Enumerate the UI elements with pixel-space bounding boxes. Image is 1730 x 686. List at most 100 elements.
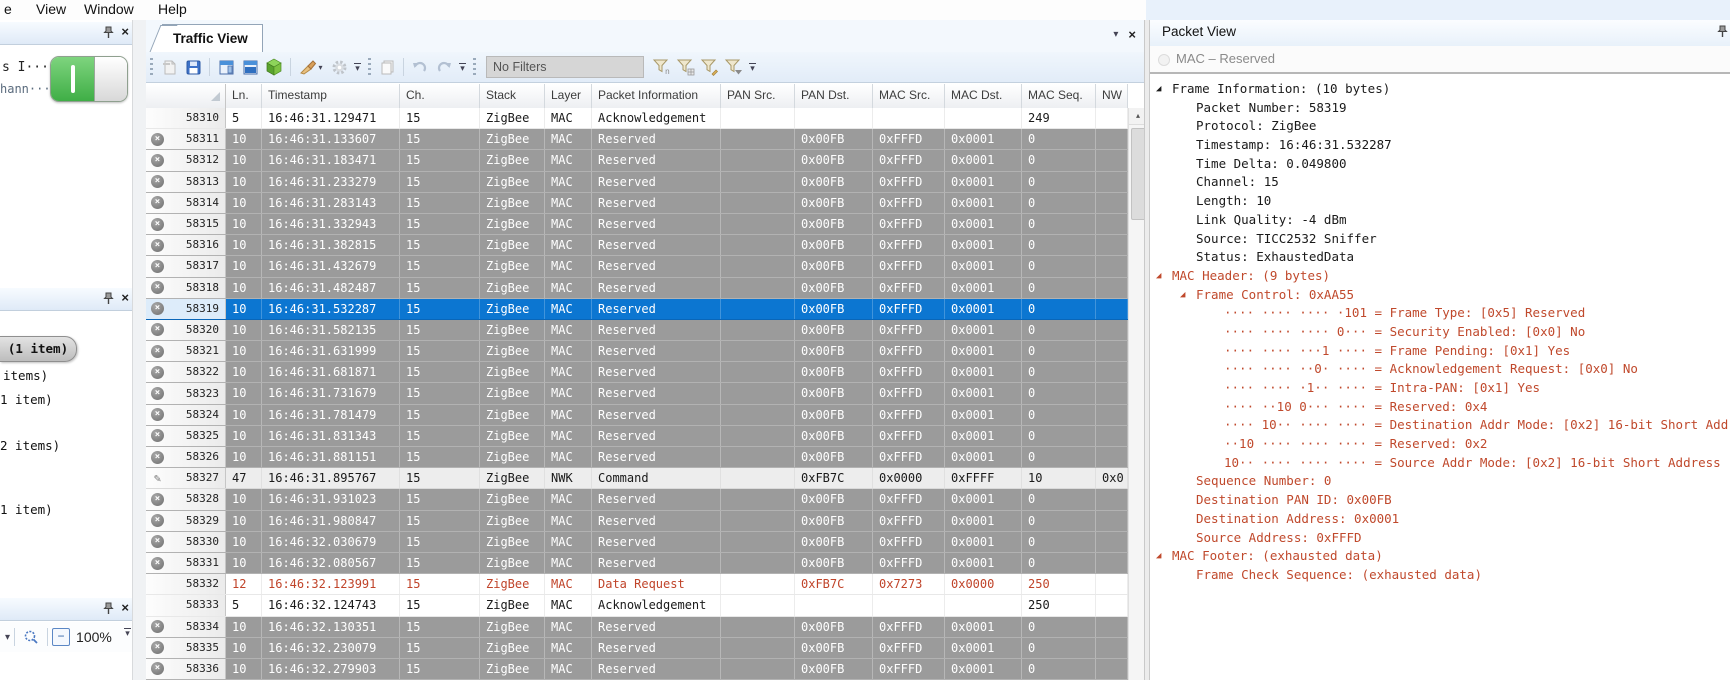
packet-tree-line[interactable]: Timestamp: 16:46:31.532287 [1150,136,1730,155]
column-header-pan-dst[interactable]: PAN Dst. [795,84,873,108]
redo-arrow-icon[interactable] [433,56,455,78]
filter-input[interactable]: No Filters [486,56,644,78]
table-row[interactable]: ×583181016:46:31.48248715ZigBeeMACReserv… [146,278,1128,299]
zoom-out-icon[interactable]: − [52,628,70,646]
tree-node-label[interactable]: 2 items) [0,438,60,453]
table-row[interactable]: ×583111016:46:31.13360715ZigBeeMACReserv… [146,129,1128,150]
panel-dropdown-icon[interactable]: ▾ [1113,29,1118,40]
column-header-ln[interactable]: Ln. [226,84,262,108]
table-row[interactable]: ×583291016:46:31.98084715ZigBeeMACReserv… [146,511,1128,532]
packet-tree-line[interactable]: Time Delta: 0.049800 [1150,155,1730,174]
column-header-mac-dst[interactable]: MAC Dst. [945,84,1022,108]
menu-item-file-cut[interactable]: e [4,1,12,17]
packet-tree-line[interactable]: Sequence Number: 0 [1150,472,1730,491]
table-row[interactable]: ×583261016:46:31.88115115ZigBeeMACReserv… [146,447,1128,468]
packet-tree-line[interactable]: ···· ··10 0··· ···· = Reserved: 0x4 [1150,398,1730,417]
pin-icon[interactable] [1717,25,1728,38]
packet-tree-line[interactable]: Packet Number: 58319 [1150,99,1730,118]
menu-item-help[interactable]: Help [158,1,187,17]
expander-icon[interactable]: ◢ [1156,267,1172,286]
table-row[interactable]: ×583211016:46:31.63199915ZigBeeMACReserv… [146,341,1128,362]
table-row[interactable]: ×583141016:46:31.28314315ZigBeeMACReserv… [146,193,1128,214]
column-header-pan-src[interactable]: PAN Src. [721,84,795,108]
table-row[interactable]: ×583201016:46:31.58213515ZigBeeMACReserv… [146,320,1128,341]
panel-pin-icon[interactable] [215,56,237,78]
table-row[interactable]: ×583311016:46:32.08056715ZigBeeMACReserv… [146,553,1128,574]
table-row[interactable]: ×583351016:46:32.23007915ZigBeeMACReserv… [146,638,1128,659]
copy-pages-icon[interactable] [376,56,398,78]
packet-tree-line[interactable]: ···· ···· ·1·· ···· = Intra-PAN: [0x1] Y… [1150,379,1730,398]
grip-handle[interactable] [473,58,476,76]
packet-tree-line[interactable]: Frame Check Sequence: (exhausted data) [1150,566,1730,585]
filter-funnel-icon-4[interactable] [723,56,745,78]
table-row[interactable]: ×583281016:46:31.93102315ZigBeeMACReserv… [146,489,1128,510]
overflow-icon[interactable]: ▾ [354,63,361,72]
packet-tree-line[interactable]: Source Address: 0xFFFD [1150,529,1730,548]
filter-funnel-icon-3[interactable] [699,56,721,78]
packet-tree-line[interactable]: Destination PAN ID: 0x00FB [1150,491,1730,510]
packet-tree-line[interactable]: ···· ···· ···1 ···· = Frame Pending: [0x… [1150,342,1730,361]
packet-tree-line[interactable]: ···· ···· ··0· ···· = Acknowledgement Re… [1150,360,1730,379]
expander-icon[interactable]: ◢ [1180,286,1196,305]
packet-tree-line[interactable]: 10·· ···· ···· ···· = Source Addr Mode: … [1150,454,1730,473]
table-row[interactable]: ×583241016:46:31.78147915ZigBeeMACReserv… [146,405,1128,426]
column-header-mac-src[interactable]: MAC Src. [873,84,945,108]
expander-icon[interactable]: ◢ [1156,547,1172,566]
filter-funnel-icon-1[interactable]: n [651,56,673,78]
table-row[interactable]: ×583341016:46:32.13035115ZigBeeMACReserv… [146,617,1128,638]
packet-tree-line[interactable]: Channel: 15 [1150,173,1730,192]
menu-item-view[interactable]: View [36,1,66,17]
table-row[interactable]: ×583151016:46:31.33294315ZigBeeMACReserv… [146,214,1128,235]
packet-tree-line[interactable]: ···· ···· ···· ·101 = Frame Type: [0x5] … [1150,304,1730,323]
packet-tree-line[interactable]: ···· 10·· ···· ···· = Destination Addr M… [1150,416,1730,435]
undo-arrow-icon[interactable] [409,56,431,78]
device-node-badge[interactable]: (1 item) [0,336,77,362]
panel-close-icon[interactable]: × [1128,28,1136,41]
table-row[interactable]: ×583191016:46:31.53228715ZigBeeMACReserv… [146,299,1128,320]
save-icon[interactable] [182,56,204,78]
table-row[interactable]: ×583161016:46:31.38281515ZigBeeMACReserv… [146,235,1128,256]
pin-icon[interactable] [103,602,114,615]
column-header-mac-seq[interactable]: MAC Seq. [1022,84,1096,108]
table-row[interactable]: ×583221016:46:31.68187115ZigBeeMACReserv… [146,362,1128,383]
column-header-packet-information[interactable]: Packet Information [592,84,721,108]
grip-handle[interactable] [150,58,153,76]
overflow-icon[interactable]: ▾ [459,63,466,72]
magnifier-icon[interactable] [20,626,42,648]
column-header-stack[interactable]: Stack [480,84,545,108]
column-header-ch[interactable]: Ch. [400,84,480,108]
packet-tree-line[interactable]: ◢MAC Header: (9 bytes) [1150,267,1730,286]
pin-icon[interactable] [103,292,114,305]
packet-tree-line[interactable]: Link Quality: -4 dBm [1150,211,1730,230]
table-row[interactable]: 58310516:46:31.12947115ZigBeeMACAcknowle… [146,108,1128,129]
export-icon[interactable] [158,56,180,78]
capture-toggle-switch[interactable] [50,56,128,102]
tree-node-label[interactable]: items) [3,368,48,383]
table-row[interactable]: ×583131016:46:31.23327915ZigBeeMACReserv… [146,172,1128,193]
grip-handle[interactable] [368,58,371,76]
packet-tree-line[interactable]: Source: TICC2532 Sniffer [1150,230,1730,249]
expander-icon[interactable]: ◢ [1156,80,1172,99]
tree-node-label[interactable]: 1 item) [0,502,53,517]
dropdown-icon[interactable]: ▾ [318,63,322,72]
pin-icon[interactable] [103,26,114,39]
table-row[interactable]: ×583171016:46:31.43267915ZigBeeMACReserv… [146,256,1128,277]
table-row[interactable]: ✎583274716:46:31.89576715ZigBeeNWKComman… [146,468,1128,489]
panel-layout-icon[interactable] [239,56,261,78]
table-row[interactable]: ×583301016:46:32.03067915ZigBeeMACReserv… [146,532,1128,553]
gear-icon[interactable] [328,56,350,78]
packet-tree-line[interactable]: ◢Frame Control: 0xAA55 [1150,286,1730,305]
refresh-cube-icon[interactable] [263,56,285,78]
table-row[interactable]: ×583121016:46:31.18347115ZigBeeMACReserv… [146,150,1128,171]
table-row[interactable]: 583321216:46:32.12399115ZigBeeMACData Re… [146,574,1128,595]
overflow-icon[interactable]: ▾ [124,628,131,637]
table-row[interactable]: ×583361016:46:32.27990315ZigBeeMACReserv… [146,659,1128,680]
tab-traffic-view[interactable]: Traffic View [162,24,263,52]
packet-tree-line[interactable]: Status: ExhaustedData [1150,248,1730,267]
column-header-nw[interactable]: NW [1096,84,1128,108]
packet-tree-line[interactable]: ··10 ···· ···· ···· = Reserved: 0x2 [1150,435,1730,454]
close-icon[interactable]: × [121,600,129,616]
toggle-knob[interactable] [94,57,127,101]
packet-tree-line[interactable]: Protocol: ZigBee [1150,117,1730,136]
dropdown-icon[interactable]: ▾ [5,632,10,643]
